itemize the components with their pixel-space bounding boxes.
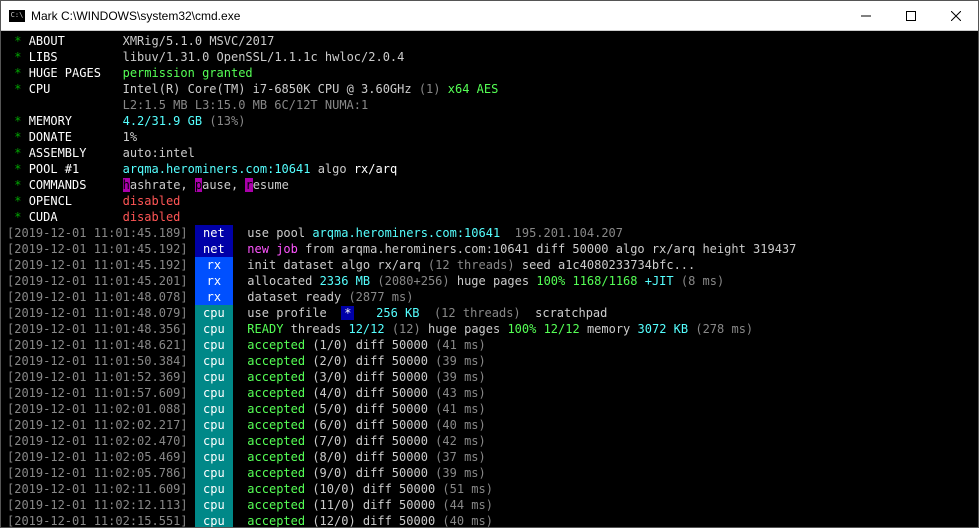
window: C:\ Mark C:\WINDOWS\system32\cmd.exe * A… (0, 0, 979, 528)
close-button[interactable] (933, 1, 978, 30)
window-controls (843, 1, 978, 30)
window-title: Mark C:\WINDOWS\system32\cmd.exe (31, 9, 843, 23)
maximize-button[interactable] (888, 1, 933, 30)
cmd-icon: C:\ (9, 10, 25, 22)
console-output[interactable]: * ABOUT XMRig/5.1.0 MSVC/2017 * LIBS lib… (1, 31, 978, 527)
minimize-button[interactable] (843, 1, 888, 30)
title-bar: C:\ Mark C:\WINDOWS\system32\cmd.exe (1, 1, 978, 31)
